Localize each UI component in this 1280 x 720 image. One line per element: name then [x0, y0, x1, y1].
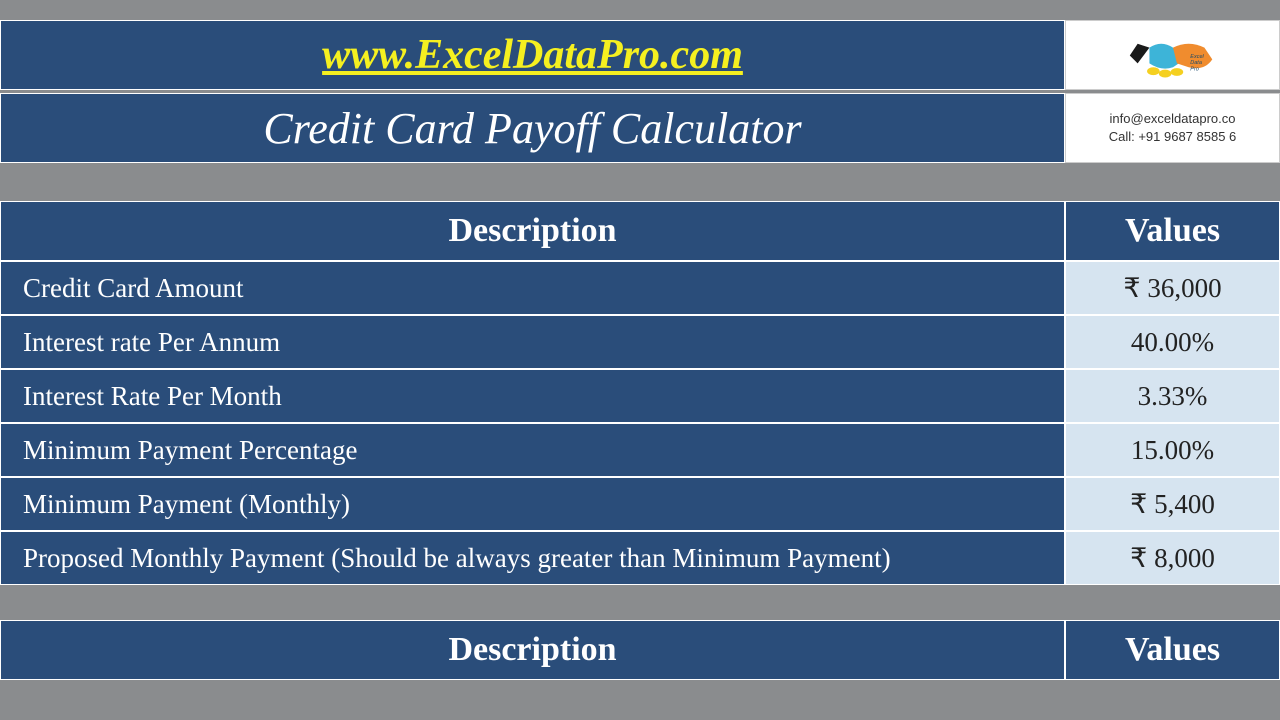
row-value[interactable]: 15.00% — [1065, 423, 1280, 477]
row-description: Interest rate Per Annum — [0, 315, 1065, 369]
svg-text:Pro: Pro — [1190, 66, 1199, 72]
page-title: Credit Card Payoff Calculator — [263, 103, 801, 154]
input-table: Description Values Credit Card Amount ₹ … — [0, 201, 1280, 585]
row-description: Minimum Payment Percentage — [0, 423, 1065, 477]
row-description: Proposed Monthly Payment (Should be alwa… — [0, 531, 1065, 585]
contact-phone: Call: +91 9687 8585 6 — [1109, 128, 1237, 146]
output-table: Description Values — [0, 620, 1280, 680]
row-value[interactable]: ₹ 36,000 — [1065, 261, 1280, 315]
header-description: Description — [0, 201, 1065, 261]
header-description: Description — [0, 620, 1065, 680]
row-description: Interest Rate Per Month — [0, 369, 1065, 423]
row-value[interactable]: ₹ 5,400 — [1065, 477, 1280, 531]
table-header-row: Description Values — [0, 201, 1280, 261]
url-banner: www.ExcelDataPro.com — [0, 20, 1065, 90]
row-value[interactable]: 40.00% — [1065, 315, 1280, 369]
website-url: www.ExcelDataPro.com — [322, 31, 743, 79]
contact-box: info@exceldatapro.co Call: +91 9687 8585… — [1065, 93, 1280, 163]
row-value[interactable]: 3.33% — [1065, 369, 1280, 423]
title-banner: Credit Card Payoff Calculator — [0, 93, 1065, 163]
table-row: Interest Rate Per Month 3.33% — [0, 369, 1280, 423]
row-value[interactable]: ₹ 8,000 — [1065, 531, 1280, 585]
spacer — [0, 166, 1280, 201]
spacer — [0, 585, 1280, 620]
header-values: Values — [1065, 620, 1280, 680]
svg-text:Data: Data — [1190, 60, 1202, 66]
row-description: Minimum Payment (Monthly) — [0, 477, 1065, 531]
handshake-logo-icon: Excel Data Pro — [1123, 28, 1223, 83]
svg-text:Excel: Excel — [1190, 53, 1204, 59]
header-values: Values — [1065, 201, 1280, 261]
title-row: Credit Card Payoff Calculator info@excel… — [0, 93, 1280, 163]
row-description: Credit Card Amount — [0, 261, 1065, 315]
table-header-row: Description Values — [0, 620, 1280, 680]
table-row: Minimum Payment Percentage 15.00% — [0, 423, 1280, 477]
document-container: www.ExcelDataPro.com Excel Data Pro Cred… — [0, 0, 1280, 680]
logo-box: Excel Data Pro — [1065, 20, 1280, 90]
table-row: Minimum Payment (Monthly) ₹ 5,400 — [0, 477, 1280, 531]
table-row: Interest rate Per Annum 40.00% — [0, 315, 1280, 369]
table-row: Proposed Monthly Payment (Should be alwa… — [0, 531, 1280, 585]
contact-email: info@exceldatapro.co — [1110, 110, 1236, 128]
url-row: www.ExcelDataPro.com Excel Data Pro — [0, 20, 1280, 90]
table-row: Credit Card Amount ₹ 36,000 — [0, 261, 1280, 315]
